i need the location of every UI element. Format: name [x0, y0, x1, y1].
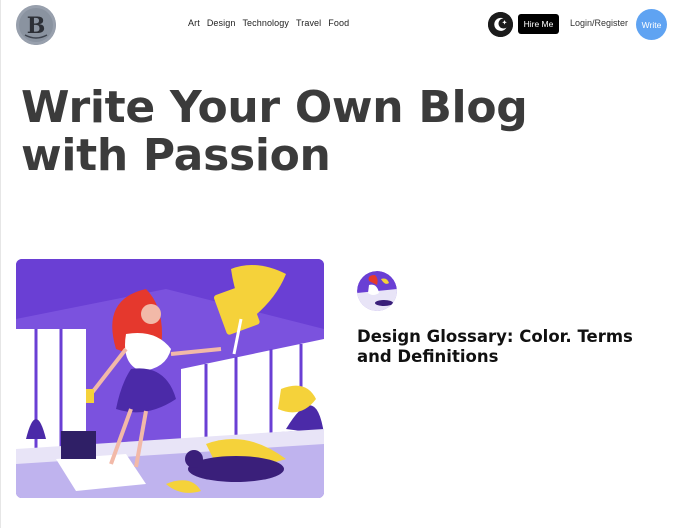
hire-me-button[interactable]: Hire Me [518, 14, 559, 34]
blog-logo-icon[interactable]: B [16, 5, 56, 45]
site-header: B Art Design Technology Travel Food Hire… [0, 0, 675, 52]
write-button[interactable]: Write [636, 9, 667, 40]
main-nav: Art Design Technology Travel Food [188, 18, 349, 28]
nav-link-design[interactable]: Design [207, 18, 236, 28]
featured-post-title[interactable]: Design Glossary: Color. Terms and Defini… [357, 327, 657, 367]
nav-link-art[interactable]: Art [188, 18, 200, 28]
post-thumbnail-icon[interactable] [357, 271, 397, 311]
svg-text:B: B [27, 13, 46, 39]
nav-link-food[interactable]: Food [328, 18, 349, 28]
page-border [0, 0, 1, 528]
illustration-woman-painting [16, 259, 324, 498]
theme-toggle-button[interactable] [488, 12, 513, 37]
page-title: Write Your Own Blog with Passion [21, 82, 528, 181]
login-register-link[interactable]: Login/Register [570, 18, 628, 28]
featured-post-image[interactable] [16, 259, 324, 498]
moon-icon [488, 12, 513, 37]
nav-link-technology[interactable]: Technology [242, 18, 289, 28]
nav-link-travel[interactable]: Travel [296, 18, 321, 28]
